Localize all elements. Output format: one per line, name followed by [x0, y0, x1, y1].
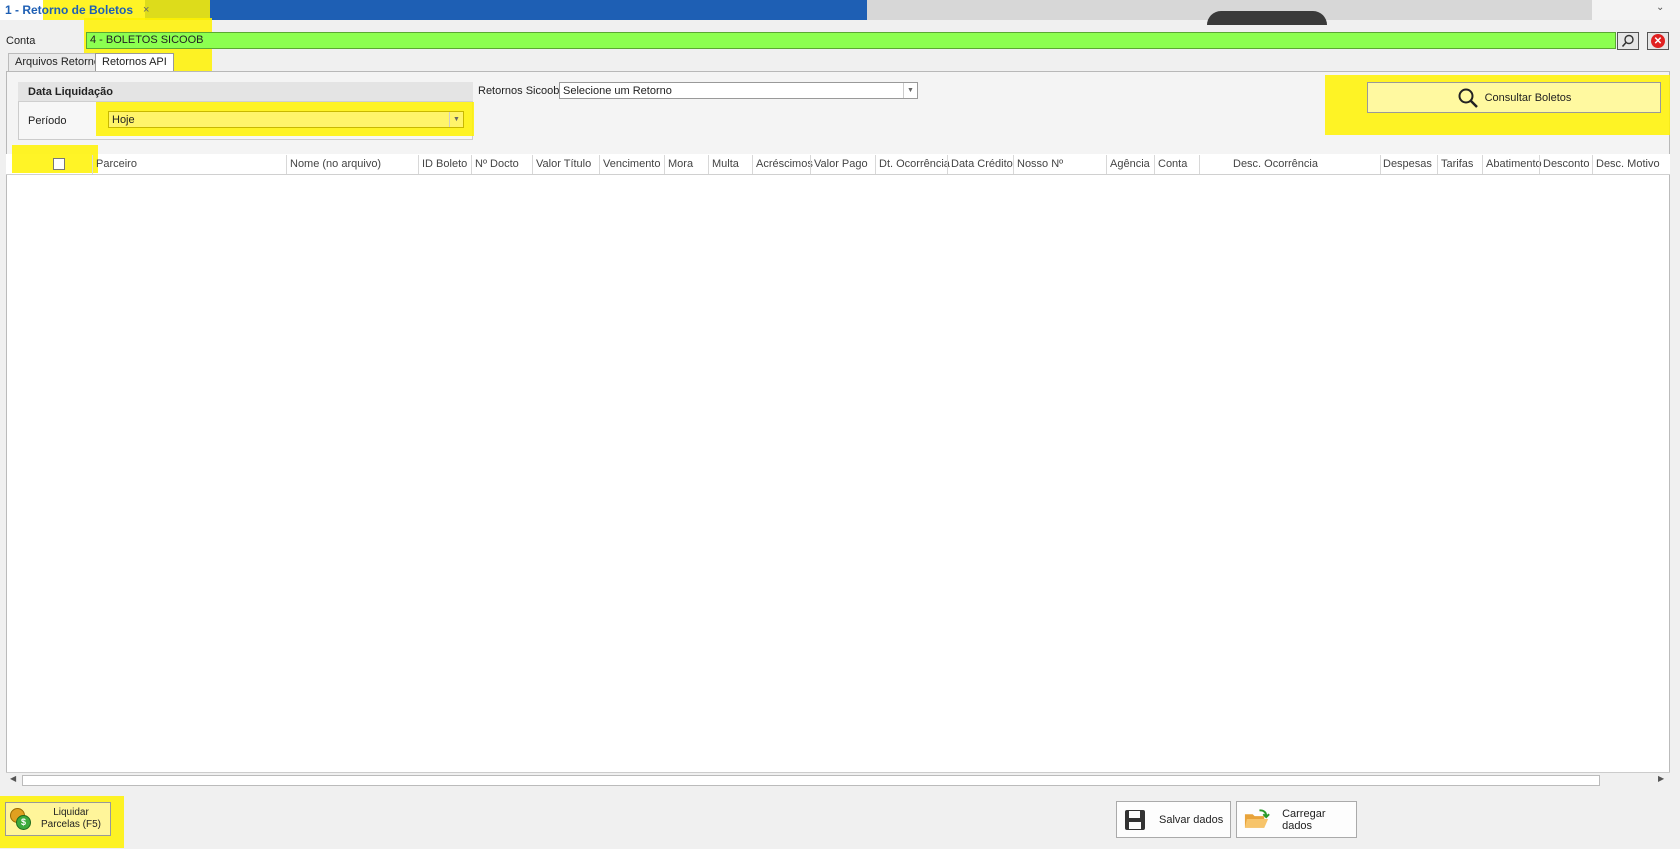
- conta-field[interactable]: 4 - BOLETOS SICOOB: [86, 32, 1616, 49]
- salvar-dados-label: Salvar dados: [1159, 813, 1224, 826]
- column-header[interactable]: Conta: [1158, 158, 1187, 170]
- column-header[interactable]: Acréscimos: [756, 158, 813, 170]
- document-tab[interactable]: 1 - Retorno de Boletos ×: [0, 0, 155, 20]
- title-bar-right: [1592, 0, 1680, 20]
- retornos-sicoob-select[interactable]: Selecione um Retorno ▼: [559, 82, 918, 99]
- window-title-bar: [0, 0, 1680, 25]
- consultar-boletos-button[interactable]: Consultar Boletos: [1367, 82, 1661, 113]
- consultar-boletos-label: Consultar Boletos: [1484, 91, 1572, 104]
- select-all-checkbox[interactable]: [53, 158, 65, 170]
- carregar-dados-label: Carregar dados: [1282, 807, 1326, 832]
- scroll-left-icon[interactable]: ◀: [10, 774, 16, 783]
- liquidar-label-line2: Parcelas (F5): [40, 819, 101, 830]
- column-header[interactable]: Desc. Motivo: [1596, 158, 1660, 170]
- periodo-select[interactable]: Hoje ▼: [108, 111, 464, 128]
- column-header[interactable]: Nº Docto: [475, 158, 519, 170]
- window-menu-chevron-icon[interactable]: ⌄: [1656, 2, 1664, 13]
- column-header[interactable]: Desconto: [1543, 158, 1589, 170]
- open-folder-icon: [1244, 808, 1270, 828]
- clear-conta-button[interactable]: ✕: [1647, 32, 1669, 50]
- column-header[interactable]: Vencimento: [603, 158, 660, 170]
- coins-icon: $: [10, 808, 32, 830]
- column-header[interactable]: Tarifas: [1441, 158, 1473, 170]
- document-tab-title: 1 - Retorno de Boletos: [5, 3, 134, 17]
- periodo-value: Hoje: [112, 113, 135, 126]
- column-header[interactable]: Desc. Ocorrência: [1233, 158, 1318, 170]
- search-icon: [1621, 34, 1634, 48]
- liquidar-parcelas-button[interactable]: $ Liquidar Parcelas (F5): [5, 802, 111, 836]
- save-icon: [1125, 809, 1145, 830]
- chevron-down-icon[interactable]: ▼: [449, 112, 463, 127]
- retornos-sicoob-value: Selecione um Retorno: [563, 84, 672, 97]
- column-header[interactable]: Abatimento: [1486, 158, 1542, 170]
- salvar-dados-button[interactable]: Salvar dados: [1116, 801, 1231, 838]
- horizontal-scrollbar[interactable]: ◀ ▶: [6, 772, 1670, 787]
- scroll-right-icon[interactable]: ▶: [1658, 774, 1664, 783]
- column-header[interactable]: Nosso Nº: [1017, 158, 1063, 170]
- search-icon: [1458, 88, 1478, 108]
- title-bar-photo: [867, 0, 1592, 25]
- column-header[interactable]: Data Crédito: [951, 158, 1013, 170]
- chevron-down-icon[interactable]: ▼: [903, 83, 917, 98]
- column-header[interactable]: Multa: [712, 158, 739, 170]
- carregar-dados-button[interactable]: Carregar dados: [1236, 801, 1357, 838]
- column-header[interactable]: Agência: [1110, 158, 1150, 170]
- scrollbar-thumb[interactable]: [22, 775, 1600, 786]
- column-header[interactable]: Mora: [668, 158, 693, 170]
- column-header[interactable]: ID Boleto: [422, 158, 467, 170]
- retornos-sicoob-label: Retornos Sicoob: [478, 85, 560, 97]
- search-conta-button[interactable]: [1617, 32, 1639, 50]
- title-bar-banner: [145, 0, 867, 20]
- column-header[interactable]: Parceiro: [96, 158, 137, 170]
- liquidar-label-line1: Liquidar: [53, 807, 89, 818]
- periodo-label: Período: [28, 115, 67, 127]
- group-title: Data Liquidação: [28, 86, 113, 98]
- column-header[interactable]: Valor Título: [536, 158, 591, 170]
- close-tab-icon[interactable]: ×: [143, 4, 149, 16]
- boletos-grid[interactable]: [6, 154, 1670, 787]
- clear-icon: ✕: [1651, 34, 1665, 48]
- column-header[interactable]: Despesas: [1383, 158, 1432, 170]
- tab-retornos-api[interactable]: Retornos API: [95, 53, 174, 71]
- column-header[interactable]: Dt. Ocorrência: [879, 158, 950, 170]
- column-header[interactable]: Nome (no arquivo): [290, 158, 381, 170]
- column-header[interactable]: Valor Pago: [814, 158, 868, 170]
- conta-label: Conta: [6, 35, 36, 47]
